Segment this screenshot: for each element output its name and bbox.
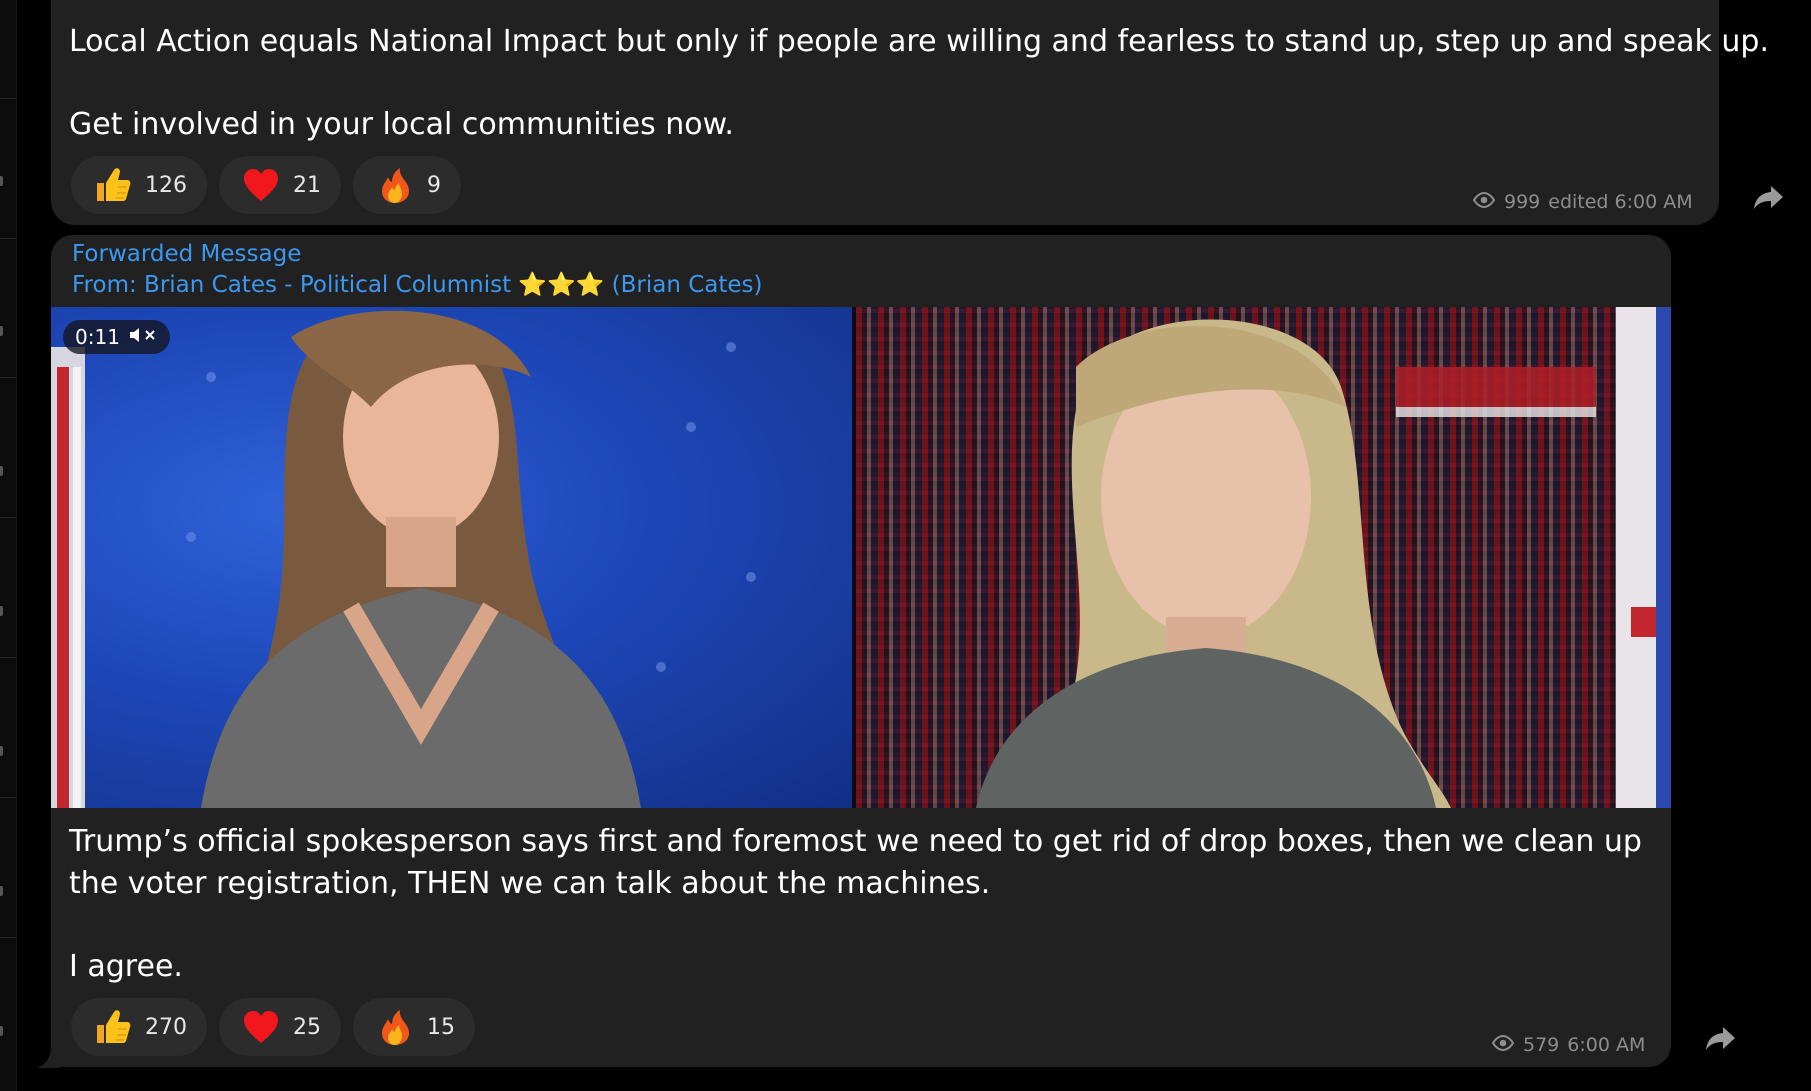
thumbs-up-icon: [93, 165, 133, 205]
divider: [0, 657, 16, 658]
reaction-thumbs-up[interactable]: 126: [71, 156, 207, 214]
unread-marker: [0, 746, 3, 756]
forwarded-label: Forwarded Message: [72, 241, 302, 267]
muted-speaker-icon[interactable]: [128, 325, 158, 349]
divider: [0, 797, 16, 798]
reaction-fire[interactable]: 9: [353, 156, 461, 214]
divider: [0, 517, 16, 518]
message-text: Get involved in your local communities n…: [69, 107, 734, 142]
heart-icon: [241, 165, 281, 205]
message-text: Local Action equals National Impact but …: [69, 24, 1770, 59]
divider: [0, 98, 16, 99]
message-text: the voter registration, THEN we can talk…: [69, 866, 991, 901]
divider: [0, 238, 16, 239]
video-player[interactable]: [51, 307, 1671, 808]
share-icon: [1702, 1027, 1738, 1061]
reactions-bar: 126 21 9: [71, 156, 461, 214]
forwarded-from[interactable]: From: Brian Cates - Political Columnist …: [72, 271, 763, 298]
view-count: 999: [1504, 191, 1541, 213]
unread-marker: [0, 326, 3, 336]
divider: [0, 937, 16, 938]
video-timer-badge[interactable]: 0:11: [63, 320, 170, 354]
bubble-tail: [36, 1048, 60, 1068]
reaction-count: 25: [293, 1014, 321, 1040]
video-frame-right: [856, 307, 1671, 808]
thumbs-up-icon: [93, 1007, 133, 1047]
unread-marker: [0, 176, 3, 186]
video-frame-left: [51, 307, 856, 808]
unread-marker: [0, 886, 3, 896]
message-time: 6:00 AM: [1567, 1034, 1646, 1056]
reaction-count: 21: [293, 172, 321, 198]
view-count: 579: [1523, 1034, 1560, 1056]
reaction-heart[interactable]: 21: [219, 156, 341, 214]
reaction-fire[interactable]: 15: [353, 998, 475, 1056]
share-icon: [1750, 186, 1786, 220]
message-text: I agree.: [69, 949, 183, 984]
reaction-count: 270: [145, 1014, 187, 1040]
unread-marker: [0, 466, 3, 476]
from-name[interactable]: Brian Cates - Political Columnist ⭐⭐⭐ (B…: [144, 272, 762, 298]
message-text: Trump’s official spokesperson says first…: [69, 824, 1642, 859]
message-meta: 999 edited 6:00 AM: [1472, 191, 1693, 213]
from-prefix: From:: [72, 272, 137, 298]
eye-icon: [1472, 191, 1496, 213]
reactions-bar: 270 25 15: [71, 998, 475, 1056]
unread-marker: [0, 1026, 3, 1036]
message-meta: 579 6:00 AM: [1491, 1034, 1645, 1056]
fire-icon: [375, 1007, 415, 1047]
share-button[interactable]: [1750, 180, 1786, 216]
divider: [0, 377, 16, 378]
chat-list-edge: [0, 0, 17, 1091]
video-time: 0:11: [75, 325, 120, 349]
share-button[interactable]: [1702, 1021, 1738, 1057]
reaction-count: 15: [427, 1014, 455, 1040]
fire-icon: [375, 165, 415, 205]
reaction-count: 9: [427, 172, 441, 198]
reaction-heart[interactable]: 25: [219, 998, 341, 1056]
message-time: edited 6:00 AM: [1548, 191, 1693, 213]
reaction-count: 126: [145, 172, 187, 198]
eye-icon: [1491, 1034, 1515, 1056]
heart-icon: [241, 1007, 281, 1047]
reaction-thumbs-up[interactable]: 270: [71, 998, 207, 1056]
unread-marker: [0, 606, 3, 616]
